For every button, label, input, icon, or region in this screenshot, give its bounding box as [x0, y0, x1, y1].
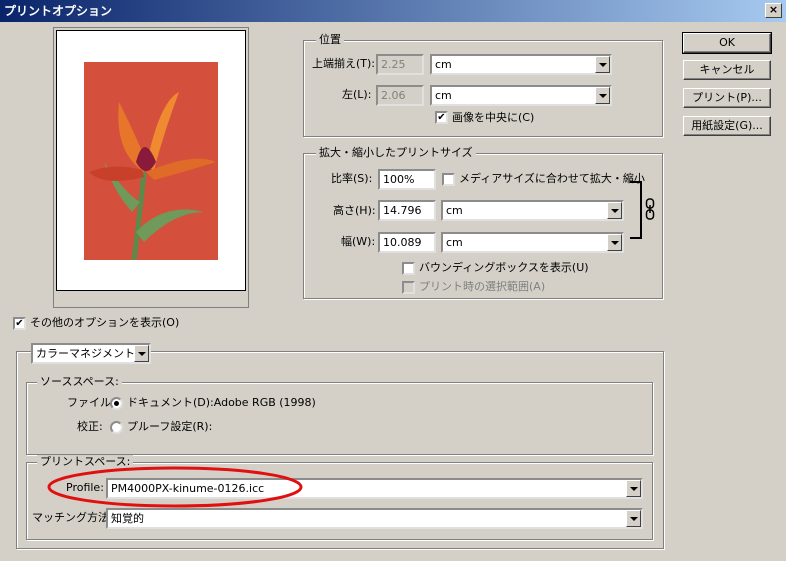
center-image-checkbox[interactable]: ✔ [435, 111, 448, 124]
document-option-label: ドキュメント(D):Adobe RGB (1998) [127, 396, 316, 409]
intent-value: 知覚的 [111, 512, 144, 525]
link-chain-icon[interactable] [645, 198, 655, 220]
height-label: 高さ(H): [333, 204, 376, 217]
proof-radio[interactable] [110, 421, 123, 434]
source-space-legend: ソーススペース: [37, 375, 122, 389]
fit-media-checkbox[interactable] [442, 173, 455, 186]
top-unit-select[interactable]: cm [430, 54, 612, 75]
ok-button[interactable]: OK [682, 32, 772, 54]
document-radio[interactable] [110, 397, 123, 410]
preview-frame [53, 27, 249, 308]
title-bar: プリントオプション [0, 0, 786, 22]
height-unit-select[interactable]: cm [441, 200, 624, 221]
chevron-down-icon[interactable] [607, 234, 622, 251]
left-unit-select[interactable]: cm [430, 85, 612, 106]
top-input[interactable]: 2.25 [376, 54, 424, 75]
fit-media-label: メディアサイズに合わせて拡大・縮小 [459, 172, 645, 185]
print-selection-checkbox[interactable] [402, 281, 415, 294]
close-button[interactable]: × [765, 3, 782, 18]
print-selection-label: プリント時の選択範囲(A) [419, 280, 546, 293]
chevron-down-icon[interactable] [134, 345, 149, 362]
proof-label: 校正: [77, 420, 103, 433]
top-label: 上端揃え(T): [312, 57, 376, 70]
highlight-ellipse [47, 466, 303, 508]
chevron-down-icon[interactable] [607, 202, 622, 219]
height-input[interactable]: 14.796 [378, 200, 436, 221]
width-label: 幅(W): [341, 235, 376, 248]
width-unit-value: cm [446, 236, 463, 249]
left-label: 左(L): [342, 88, 372, 101]
scale-input[interactable]: 100% [378, 169, 436, 190]
bounding-box-label: バウンディングボックスを表示(U) [419, 261, 589, 274]
more-options-checkbox[interactable]: ✔ [13, 317, 26, 330]
top-unit-value: cm [435, 58, 452, 71]
chevron-down-icon[interactable] [595, 87, 610, 104]
position-legend: 位置 [316, 33, 344, 47]
proof-option-label: プルーフ設定(R): [127, 420, 213, 433]
preview-image[interactable] [84, 62, 218, 260]
file-label: ファイル: [67, 396, 115, 409]
chevron-down-icon[interactable] [595, 56, 610, 73]
width-input[interactable]: 10.089 [378, 232, 436, 253]
intent-label: マッチング方法: [32, 511, 113, 524]
intent-select[interactable]: 知覚的 [106, 508, 643, 529]
page-setup-button[interactable]: 用紙設定(G)... [683, 116, 771, 136]
print-button[interactable]: プリント(P)... [683, 88, 771, 108]
width-unit-select[interactable]: cm [441, 232, 624, 253]
chevron-down-icon[interactable] [626, 510, 641, 527]
preview-page [56, 30, 246, 291]
chevron-down-icon[interactable] [626, 480, 641, 497]
more-options-label: その他のオプションを表示(O) [30, 316, 180, 329]
scaled-size-legend: 拡大・縮小したプリントサイズ [316, 146, 476, 160]
window-title: プリントオプション [4, 4, 113, 18]
options-mode-select[interactable]: カラーマネジメント [31, 343, 151, 364]
source-space-group [26, 382, 653, 455]
left-input[interactable]: 2.06 [376, 85, 424, 106]
options-mode-value: カラーマネジメント [36, 347, 135, 360]
bounding-box-checkbox[interactable] [402, 262, 415, 275]
center-image-label: 画像を中央に(C) [452, 111, 535, 124]
left-unit-value: cm [435, 89, 452, 102]
scale-label: 比率(S): [331, 172, 373, 185]
height-unit-value: cm [446, 204, 463, 217]
proportion-bracket [630, 181, 642, 239]
cancel-button[interactable]: キャンセル [683, 60, 771, 80]
